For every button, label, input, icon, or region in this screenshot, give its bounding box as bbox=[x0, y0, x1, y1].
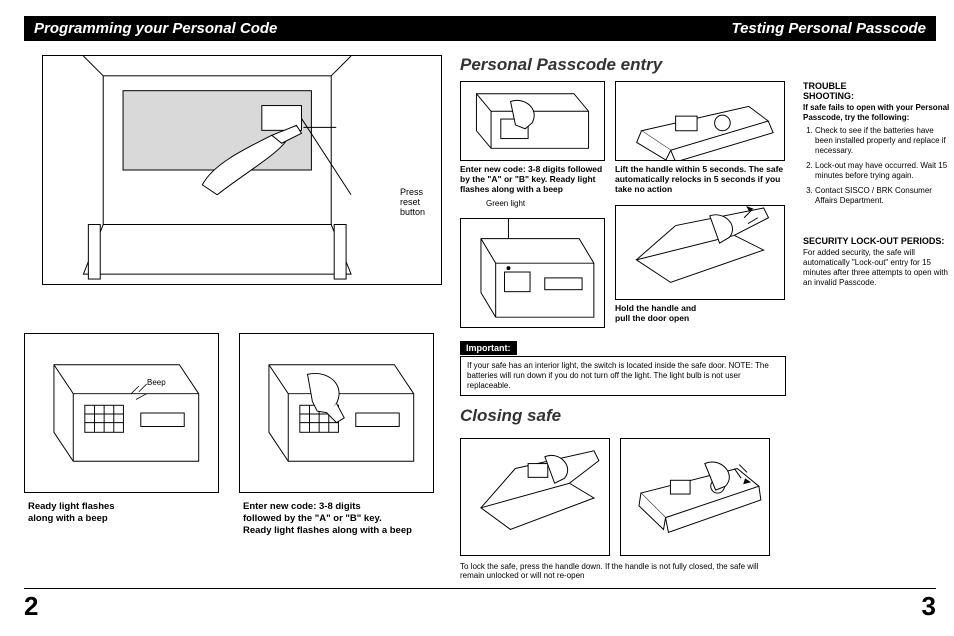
safe-keypad-illustration-2 bbox=[240, 334, 433, 492]
ts-item-1: Check to see if the batteries have been … bbox=[815, 126, 950, 156]
figure-pull-open bbox=[615, 205, 785, 300]
green-light-label: Green light bbox=[486, 199, 605, 208]
caption-entry-2: Lift the handle within 5 seconds. The sa… bbox=[615, 164, 785, 195]
press-reset-label: Press reset button bbox=[400, 188, 425, 218]
figure-green-light bbox=[460, 218, 605, 328]
page-number-right: 3 bbox=[922, 591, 936, 622]
troubleshooting-list: Check to see if the batteries have been … bbox=[803, 126, 950, 206]
caption-entry-1: Enter new code: 3-8 digits followed by t… bbox=[460, 164, 605, 195]
safe-keypad-illustration-1 bbox=[25, 334, 218, 492]
sidebar-info: TROUBLE SHOOTING: If safe fails to open … bbox=[795, 81, 950, 328]
section-title-closing: Closing safe bbox=[460, 406, 950, 426]
entry-col-2: Lift the handle within 5 seconds. The sa… bbox=[615, 81, 785, 328]
figure-entry-keypad bbox=[460, 81, 605, 161]
header-right: Testing Personal Passcode bbox=[731, 20, 926, 37]
figure-lift-handle bbox=[615, 81, 785, 161]
caption-entry-3: Hold the handle and pull the door open bbox=[615, 303, 785, 323]
security-body: For added security, the safe will automa… bbox=[803, 248, 950, 288]
entry-col-1: Enter new code: 3-8 digits followed by t… bbox=[460, 81, 605, 328]
page-number-left: 2 bbox=[24, 591, 38, 622]
manual-spread: Programming your Personal Code Testing P… bbox=[0, 0, 954, 636]
important-head: Important: bbox=[460, 341, 517, 355]
figure-closing-2 bbox=[620, 438, 770, 556]
section-title-entry: Personal Passcode entry bbox=[460, 55, 950, 75]
figure-reset-button: Press reset button bbox=[42, 55, 442, 285]
figure-closing-1 bbox=[460, 438, 610, 556]
header-left: Programming your Personal Code bbox=[34, 20, 277, 37]
caption-ready-beep: Ready light flashes along with a beep bbox=[24, 501, 219, 525]
ts-item-2: Lock-out may have occurred. Wait 15 minu… bbox=[815, 161, 950, 181]
header-bar: Programming your Personal Code Testing P… bbox=[24, 16, 936, 41]
important-box: Important: If your safe has an interior … bbox=[460, 338, 786, 396]
ts-item-3: Contact SISCO / BRK Consumer Affairs Dep… bbox=[815, 186, 950, 206]
security-head: SECURITY LOCK-OUT PERIODS: bbox=[803, 236, 950, 246]
footer: 2 3 bbox=[24, 588, 936, 622]
important-body: If your safe has an interior light, the … bbox=[460, 356, 786, 396]
figure-ready-beep: Beep Ready light flashes along with a be… bbox=[24, 333, 219, 537]
beep-label: Beep bbox=[147, 378, 166, 387]
left-page: Press reset button bbox=[24, 55, 442, 591]
caption-enter-code: Enter new code: 3-8 digits followed by t… bbox=[239, 501, 434, 537]
right-page: Personal Passcode entry Enter new code: … bbox=[460, 55, 950, 591]
safe-open-illustration bbox=[43, 56, 441, 284]
troubleshooting-sub: If safe fails to open with your Personal… bbox=[803, 103, 950, 122]
figure-enter-code: Enter new code: 3-8 digits followed by t… bbox=[239, 333, 434, 537]
troubleshooting-head: TROUBLE SHOOTING: bbox=[803, 81, 950, 101]
closing-note: To lock the safe, press the handle down.… bbox=[460, 562, 780, 581]
